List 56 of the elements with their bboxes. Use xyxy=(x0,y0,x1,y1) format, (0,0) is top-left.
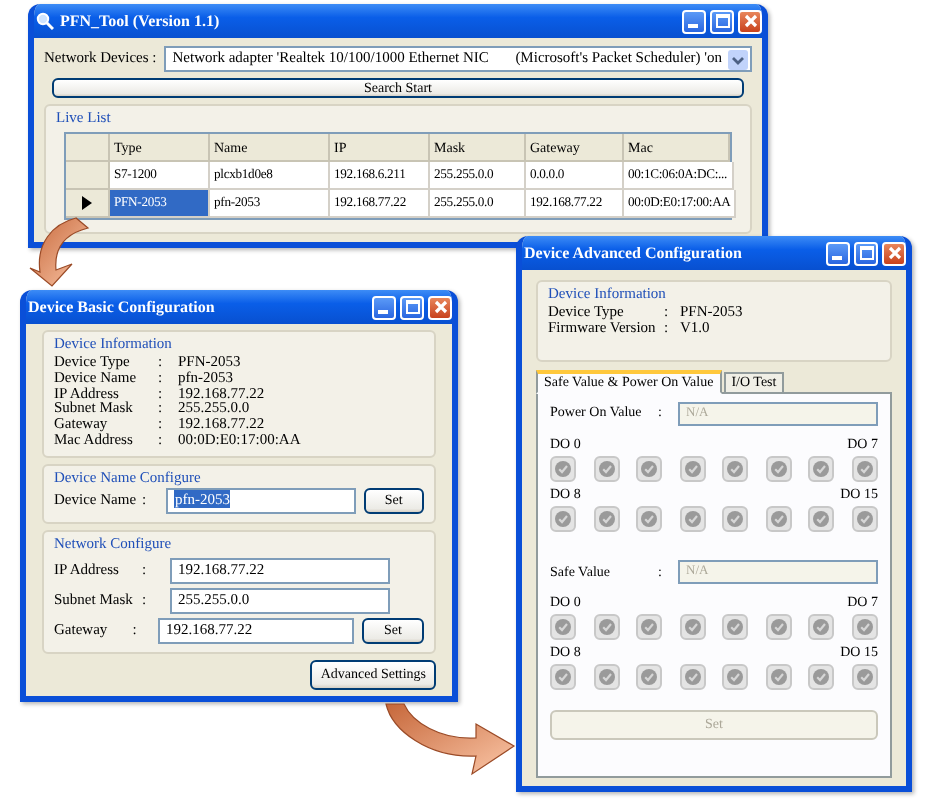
window-title: Device Advanced Configuration xyxy=(524,244,742,262)
output-toggle-button[interactable] xyxy=(679,505,706,532)
close-icon xyxy=(433,300,447,314)
output-toggle-button[interactable] xyxy=(851,613,878,640)
output-toggle-button[interactable] xyxy=(722,663,749,690)
output-toggle-button[interactable] xyxy=(722,613,749,640)
output-toggle-button[interactable] xyxy=(636,505,663,532)
output-toggle-button[interactable] xyxy=(722,455,749,482)
curved-arrow xyxy=(385,703,515,775)
close-icon xyxy=(743,14,757,28)
output-toggle-button[interactable] xyxy=(679,455,706,482)
maximize-button[interactable] xyxy=(710,9,734,33)
output-toggle-button[interactable] xyxy=(808,663,835,690)
minimize-button[interactable] xyxy=(826,241,850,265)
output-toggle-button[interactable] xyxy=(636,613,663,640)
output-toggle-button[interactable] xyxy=(550,663,576,690)
output-toggle-button[interactable] xyxy=(765,505,792,532)
output-toggle-button[interactable] xyxy=(851,663,878,690)
output-toggle-button[interactable] xyxy=(679,613,706,640)
output-toggle-button[interactable] xyxy=(808,455,835,482)
close-button[interactable] xyxy=(428,295,452,319)
row-header[interactable] xyxy=(66,190,110,218)
output-toggle-button[interactable] xyxy=(593,613,620,640)
output-toggle-button[interactable] xyxy=(808,613,835,640)
output-toggle-button[interactable] xyxy=(722,505,749,532)
minimize-button[interactable] xyxy=(372,295,396,319)
maximize-icon xyxy=(859,246,873,260)
close-icon xyxy=(887,246,901,260)
output-toggle-button[interactable] xyxy=(808,505,835,532)
output-toggle-button[interactable] xyxy=(550,505,576,532)
maximize-button[interactable] xyxy=(854,241,878,265)
maximize-icon xyxy=(715,14,729,28)
output-toggle-button[interactable] xyxy=(851,455,878,482)
output-toggle-button[interactable] xyxy=(593,505,620,532)
close-button[interactable] xyxy=(882,241,906,265)
current-row-icon xyxy=(82,196,92,210)
maximize-icon xyxy=(405,300,419,314)
close-button[interactable] xyxy=(738,9,762,33)
curved-arrow xyxy=(29,217,89,287)
output-toggle-button[interactable] xyxy=(550,613,576,640)
window-title: PFN_Tool (Version 1.1) xyxy=(60,12,220,30)
output-toggle-button[interactable] xyxy=(679,663,706,690)
maximize-button[interactable] xyxy=(400,295,424,319)
output-toggle-button[interactable] xyxy=(593,663,620,690)
output-toggle-button[interactable] xyxy=(765,613,792,640)
window-title: Device Basic Configuration xyxy=(28,298,215,316)
output-toggle-button[interactable] xyxy=(636,663,663,690)
output-toggle-button[interactable] xyxy=(765,455,792,482)
magnifier-icon xyxy=(36,12,54,30)
output-toggle-button[interactable] xyxy=(636,455,663,482)
output-toggle-button[interactable] xyxy=(765,663,792,690)
table-header xyxy=(66,134,110,162)
output-toggle-button[interactable] xyxy=(851,505,878,532)
output-toggle-button[interactable] xyxy=(550,455,576,482)
minimize-button[interactable] xyxy=(682,9,706,33)
output-toggle-button[interactable] xyxy=(593,455,620,482)
